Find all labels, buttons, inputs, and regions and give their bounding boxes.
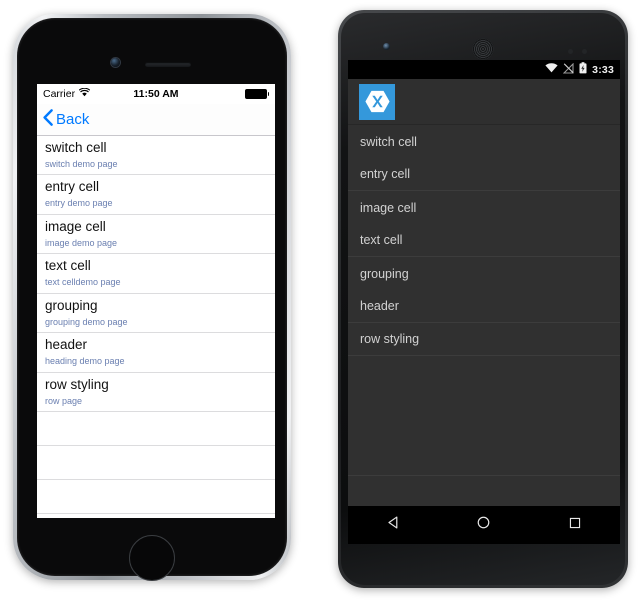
android-clock: 3:33 xyxy=(592,63,614,76)
battery-charging-icon xyxy=(579,62,587,77)
list-empty-area xyxy=(348,356,620,476)
square-recents-icon xyxy=(568,516,582,535)
front-camera-icon xyxy=(383,43,390,50)
circle-home-icon xyxy=(476,515,491,535)
dual-device-screenshot: Carrier 11:50 AM Back switch cell switch… xyxy=(0,0,644,600)
list-item-title: header xyxy=(45,337,88,353)
list-item[interactable]: grouping xyxy=(348,257,620,290)
list-item[interactable]: header heading demo page xyxy=(37,333,275,373)
list-item[interactable]: image cell image demo page xyxy=(37,215,275,255)
front-camera-icon xyxy=(111,58,120,67)
list-item-title: entry cell xyxy=(45,179,100,195)
android-body: 3:33 switch cell entry cell image cell text… xyxy=(341,13,625,585)
ios-status-bar: Carrier 11:50 AM xyxy=(37,84,275,104)
wifi-icon xyxy=(545,63,558,76)
android-navigation-bar xyxy=(348,506,620,544)
android-status-bar: 3:33 xyxy=(348,60,620,79)
recents-nav-button[interactable] xyxy=(551,506,599,544)
list-item-detail: image demo page xyxy=(45,237,118,248)
list-item-title: row styling xyxy=(45,376,109,392)
triangle-back-icon xyxy=(386,515,401,535)
ios-carrier-group: Carrier xyxy=(43,87,91,100)
list-item[interactable]: grouping grouping demo page xyxy=(37,294,275,334)
list-item[interactable]: entry cell entry demo page xyxy=(37,175,275,215)
ios-carrier-label: Carrier xyxy=(43,88,76,100)
android-app-bar xyxy=(348,79,620,125)
list-item-title: grouping xyxy=(45,297,98,313)
xamarin-logo-icon xyxy=(359,83,395,120)
list-item-detail: entry demo page xyxy=(45,198,113,209)
list-item[interactable]: row styling xyxy=(348,323,620,356)
iphone-device: Carrier 11:50 AM Back switch cell switch… xyxy=(13,14,291,581)
list-empty-row xyxy=(37,480,275,514)
earpiece-speaker-icon xyxy=(472,38,494,60)
ios-screen: Carrier 11:50 AM Back switch cell switch… xyxy=(37,84,275,518)
android-device: 3:33 switch cell entry cell image cell text… xyxy=(338,10,628,588)
list-item[interactable]: row styling row page xyxy=(37,373,275,413)
ios-list-view[interactable]: switch cell switch demo page entry cell ent… xyxy=(37,136,275,518)
iphone-body: Carrier 11:50 AM Back switch cell switch… xyxy=(17,18,287,581)
list-item[interactable]: switch cell switch demo page xyxy=(37,136,275,176)
chevron-left-icon xyxy=(43,108,53,131)
list-empty-row xyxy=(37,412,275,447)
earpiece-speaker-icon xyxy=(145,62,191,67)
light-sensor-icon xyxy=(582,49,587,54)
list-item-detail: text celldemo page xyxy=(45,277,121,288)
list-item[interactable]: image cell xyxy=(348,191,620,224)
list-item[interactable]: entry cell xyxy=(348,158,620,191)
list-item[interactable]: text cell xyxy=(348,224,620,257)
list-item[interactable]: switch cell xyxy=(348,125,620,158)
list-item-detail: switch demo page xyxy=(45,158,118,169)
list-item-title: switch cell xyxy=(45,140,107,155)
ios-navigation-bar: Back xyxy=(37,104,275,136)
android-list-view[interactable]: switch cell entry cell image cell text cell… xyxy=(348,125,620,476)
back-button[interactable]: Back xyxy=(43,108,90,131)
list-item-detail: row page xyxy=(45,395,83,406)
list-item-detail: heading demo page xyxy=(45,356,125,367)
home-button[interactable] xyxy=(129,535,175,581)
list-item-title: image cell xyxy=(45,218,106,234)
back-button-label: Back xyxy=(56,111,90,128)
battery-full-icon xyxy=(244,89,269,99)
proximity-sensor-icon xyxy=(568,49,573,54)
list-item[interactable]: header xyxy=(348,290,620,323)
wifi-icon xyxy=(78,87,91,100)
android-screen: 3:33 switch cell entry cell image cell text… xyxy=(348,60,620,544)
back-nav-button[interactable] xyxy=(369,506,417,544)
list-empty-row xyxy=(37,514,275,518)
signal-no-sim-icon xyxy=(562,62,574,77)
home-nav-button[interactable] xyxy=(460,506,508,544)
list-item[interactable]: text cell text celldemo page xyxy=(37,254,275,294)
list-empty-row xyxy=(37,446,275,480)
list-item-detail: grouping demo page xyxy=(45,316,128,327)
list-item-title: text cell xyxy=(45,258,91,274)
